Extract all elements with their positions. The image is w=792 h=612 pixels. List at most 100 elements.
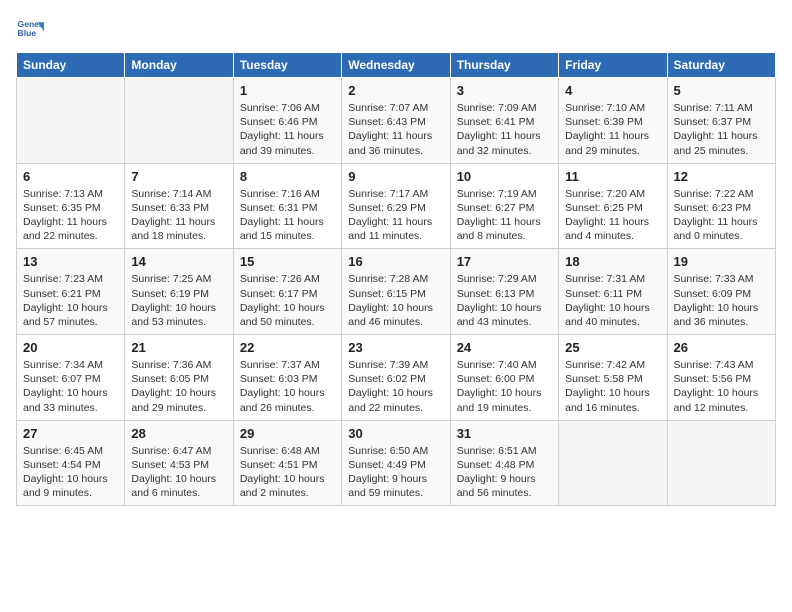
cell-date-number: 12 — [674, 169, 769, 184]
cell-info: Sunrise: 7:25 AM Sunset: 6:19 PM Dayligh… — [131, 272, 226, 329]
calendar-cell: 17Sunrise: 7:29 AM Sunset: 6:13 PM Dayli… — [450, 249, 558, 335]
calendar-cell: 20 Sunrise: 7:34 AM Sunset: 6:07 PM Dayli… — [17, 335, 125, 421]
cell-info: Sunrise: 7:14 AM Sunset: 6:33 PM Dayligh… — [131, 187, 226, 244]
day-header-sunday: Sunday — [17, 53, 125, 78]
calendar-cell: 4Sunrise: 7:10 AM Sunset: 6:39 PM Daylig… — [559, 78, 667, 164]
cell-info: Sunrise: 7:42 AM Sunset: 5:58 PM Dayligh… — [565, 358, 660, 415]
cell-info: Sunrise: 7:23 AM Sunset: 6:21 PM Dayligh… — [23, 272, 118, 329]
calendar-cell: 12 Sunrise: 7:22 AM Sunset: 6:23 PM Dayli… — [667, 163, 775, 249]
cell-date-number: 14 — [131, 254, 226, 269]
cell-date-number: 26 — [674, 340, 769, 355]
cell-date-number: 13 — [23, 254, 118, 269]
calendar-cell: 2 Sunrise: 7:07 AM Sunset: 6:43 PM Daylig… — [342, 78, 450, 164]
calendar-week-5: 27 Sunrise: 6:45 AM Sunset: 4:54 PM Dayli… — [17, 420, 776, 506]
calendar-body: 1Sunrise: 7:06 AM Sunset: 6:46 PM Daylig… — [17, 78, 776, 506]
cell-info: Sunrise: 6:47 AM Sunset: 4:53 PM Dayligh… — [131, 444, 226, 501]
cell-info: Sunrise: 7:40 AM Sunset: 6:00 PM Dayligh… — [457, 358, 552, 415]
cell-date-number: 7 — [131, 169, 226, 184]
cell-info: Sunrise: 7:34 AM Sunset: 6:07 PM Dayligh… — [23, 358, 118, 415]
calendar-cell: 25 Sunrise: 7:42 AM Sunset: 5:58 PM Dayli… — [559, 335, 667, 421]
calendar-cell: 9 Sunrise: 7:17 AM Sunset: 6:29 PM Daylig… — [342, 163, 450, 249]
calendar-cell: 15 Sunrise: 7:26 AM Sunset: 6:17 PM Dayli… — [233, 249, 341, 335]
cell-date-number: 1 — [240, 83, 335, 98]
cell-info: Sunrise: 7:36 AM Sunset: 6:05 PM Dayligh… — [131, 358, 226, 415]
calendar-week-2: 6 Sunrise: 7:13 AM Sunset: 6:35 PM Daylig… — [17, 163, 776, 249]
cell-info: Sunrise: 7:22 AM Sunset: 6:23 PM Dayligh… — [674, 187, 769, 244]
cell-info: Sunrise: 7:20 AM Sunset: 6:25 PM Dayligh… — [565, 187, 660, 244]
calendar-header: SundayMondayTuesdayWednesdayThursdayFrid… — [17, 53, 776, 78]
cell-date-number: 11 — [565, 169, 660, 184]
cell-info: Sunrise: 7:13 AM Sunset: 6:35 PM Dayligh… — [23, 187, 118, 244]
cell-date-number: 28 — [131, 426, 226, 441]
calendar-cell: 10 Sunrise: 7:19 AM Sunset: 6:27 PM Dayli… — [450, 163, 558, 249]
day-header-monday: Monday — [125, 53, 233, 78]
calendar-cell: 5 Sunrise: 7:11 AM Sunset: 6:37 PM Daylig… — [667, 78, 775, 164]
cell-date-number: 31 — [457, 426, 552, 441]
cell-info: Sunrise: 7:11 AM Sunset: 6:37 PM Dayligh… — [674, 101, 769, 158]
day-header-thursday: Thursday — [450, 53, 558, 78]
cell-date-number: 16 — [348, 254, 443, 269]
cell-date-number: 23 — [348, 340, 443, 355]
calendar-cell: 29Sunrise: 6:48 AM Sunset: 4:51 PM Dayli… — [233, 420, 341, 506]
cell-info: Sunrise: 7:19 AM Sunset: 6:27 PM Dayligh… — [457, 187, 552, 244]
cell-info: Sunrise: 7:33 AM Sunset: 6:09 PM Dayligh… — [674, 272, 769, 329]
calendar-cell — [559, 420, 667, 506]
day-header-wednesday: Wednesday — [342, 53, 450, 78]
calendar-week-3: 13 Sunrise: 7:23 AM Sunset: 6:21 PM Dayli… — [17, 249, 776, 335]
calendar-cell: 21Sunrise: 7:36 AM Sunset: 6:05 PM Dayli… — [125, 335, 233, 421]
cell-date-number: 19 — [674, 254, 769, 269]
cell-info: Sunrise: 7:31 AM Sunset: 6:11 PM Dayligh… — [565, 272, 660, 329]
cell-info: Sunrise: 7:17 AM Sunset: 6:29 PM Dayligh… — [348, 187, 443, 244]
calendar-cell: 23 Sunrise: 7:39 AM Sunset: 6:02 PM Dayli… — [342, 335, 450, 421]
cell-date-number: 3 — [457, 83, 552, 98]
calendar-cell: 7 Sunrise: 7:14 AM Sunset: 6:33 PM Daylig… — [125, 163, 233, 249]
calendar-week-1: 1Sunrise: 7:06 AM Sunset: 6:46 PM Daylig… — [17, 78, 776, 164]
cell-date-number: 6 — [23, 169, 118, 184]
day-header-saturday: Saturday — [667, 53, 775, 78]
cell-info: Sunrise: 7:26 AM Sunset: 6:17 PM Dayligh… — [240, 272, 335, 329]
calendar-cell: 14 Sunrise: 7:25 AM Sunset: 6:19 PM Dayli… — [125, 249, 233, 335]
cell-date-number: 25 — [565, 340, 660, 355]
cell-date-number: 17 — [457, 254, 552, 269]
calendar-cell: 16 Sunrise: 7:28 AM Sunset: 6:15 PM Dayli… — [342, 249, 450, 335]
cell-info: Sunrise: 7:09 AM Sunset: 6:41 PM Dayligh… — [457, 101, 552, 158]
cell-date-number: 8 — [240, 169, 335, 184]
calendar-cell — [125, 78, 233, 164]
calendar-cell — [17, 78, 125, 164]
cell-date-number: 5 — [674, 83, 769, 98]
cell-info: Sunrise: 7:07 AM Sunset: 6:43 PM Dayligh… — [348, 101, 443, 158]
cell-date-number: 15 — [240, 254, 335, 269]
calendar-cell: 8Sunrise: 7:16 AM Sunset: 6:31 PM Daylig… — [233, 163, 341, 249]
cell-info: Sunrise: 7:39 AM Sunset: 6:02 PM Dayligh… — [348, 358, 443, 415]
calendar-cell — [667, 420, 775, 506]
logo: General Blue — [16, 16, 44, 44]
calendar-cell: 18 Sunrise: 7:31 AM Sunset: 6:11 PM Dayli… — [559, 249, 667, 335]
calendar-cell: 13 Sunrise: 7:23 AM Sunset: 6:21 PM Dayli… — [17, 249, 125, 335]
cell-info: Sunrise: 6:45 AM Sunset: 4:54 PM Dayligh… — [23, 444, 118, 501]
calendar-cell: 6 Sunrise: 7:13 AM Sunset: 6:35 PM Daylig… — [17, 163, 125, 249]
cell-date-number: 2 — [348, 83, 443, 98]
calendar-cell: 26 Sunrise: 7:43 AM Sunset: 5:56 PM Dayli… — [667, 335, 775, 421]
logo-icon: General Blue — [16, 16, 44, 44]
cell-date-number: 27 — [23, 426, 118, 441]
page-header: General Blue — [16, 16, 776, 44]
cell-date-number: 22 — [240, 340, 335, 355]
calendar-cell: 31Sunrise: 6:51 AM Sunset: 4:48 PM Dayli… — [450, 420, 558, 506]
calendar-cell: 27 Sunrise: 6:45 AM Sunset: 4:54 PM Dayli… — [17, 420, 125, 506]
calendar-cell: 11 Sunrise: 7:20 AM Sunset: 6:25 PM Dayli… — [559, 163, 667, 249]
calendar-cell: 22Sunrise: 7:37 AM Sunset: 6:03 PM Dayli… — [233, 335, 341, 421]
svg-text:Blue: Blue — [18, 28, 37, 38]
calendar-cell: 19 Sunrise: 7:33 AM Sunset: 6:09 PM Dayli… — [667, 249, 775, 335]
cell-info: Sunrise: 7:43 AM Sunset: 5:56 PM Dayligh… — [674, 358, 769, 415]
cell-info: Sunrise: 7:28 AM Sunset: 6:15 PM Dayligh… — [348, 272, 443, 329]
cell-date-number: 9 — [348, 169, 443, 184]
cell-date-number: 20 — [23, 340, 118, 355]
calendar-week-4: 20 Sunrise: 7:34 AM Sunset: 6:07 PM Dayli… — [17, 335, 776, 421]
calendar-cell: 3 Sunrise: 7:09 AM Sunset: 6:41 PM Daylig… — [450, 78, 558, 164]
cell-date-number: 30 — [348, 426, 443, 441]
day-header-friday: Friday — [559, 53, 667, 78]
cell-date-number: 24 — [457, 340, 552, 355]
cell-date-number: 10 — [457, 169, 552, 184]
cell-date-number: 18 — [565, 254, 660, 269]
cell-info: Sunrise: 7:10 AM Sunset: 6:39 PM Dayligh… — [565, 101, 660, 158]
